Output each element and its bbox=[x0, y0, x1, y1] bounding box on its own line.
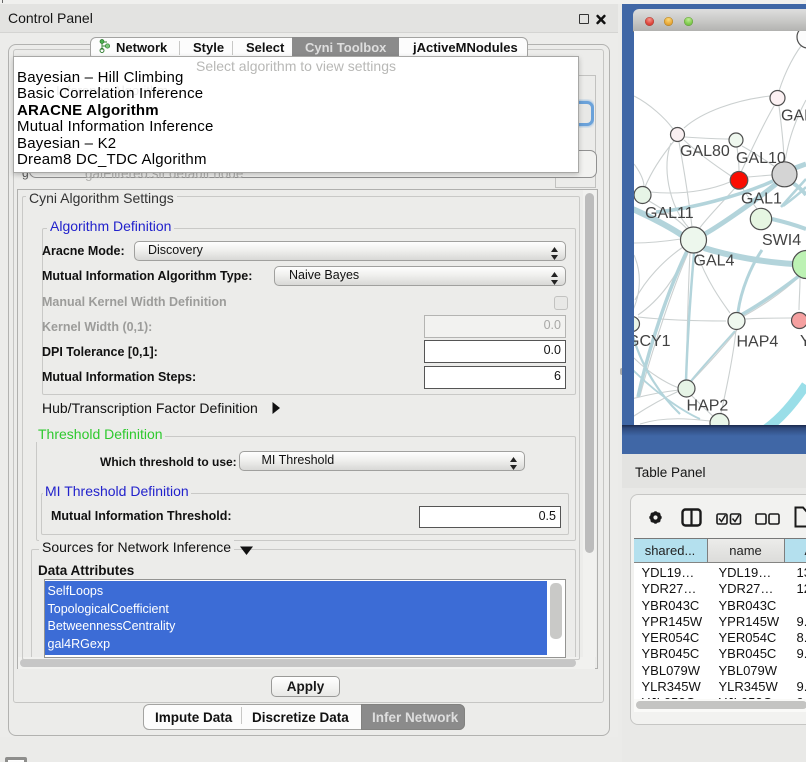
svg-text:HAP2: HAP2 bbox=[687, 398, 729, 415]
svg-text:SWI4: SWI4 bbox=[762, 232, 801, 249]
svg-text:HAP4: HAP4 bbox=[737, 334, 779, 351]
svg-text:GCY1: GCY1 bbox=[634, 333, 671, 350]
svg-text:Y: Y bbox=[800, 333, 806, 350]
svg-text:GAL10: GAL10 bbox=[736, 150, 786, 167]
svg-text:GAL80: GAL80 bbox=[680, 143, 730, 160]
svg-text:GAL: GAL bbox=[781, 108, 806, 125]
svg-text:GAL4: GAL4 bbox=[694, 253, 735, 270]
svg-text:GAL1: GAL1 bbox=[741, 191, 782, 208]
svg-text:GAL11: GAL11 bbox=[645, 205, 694, 222]
